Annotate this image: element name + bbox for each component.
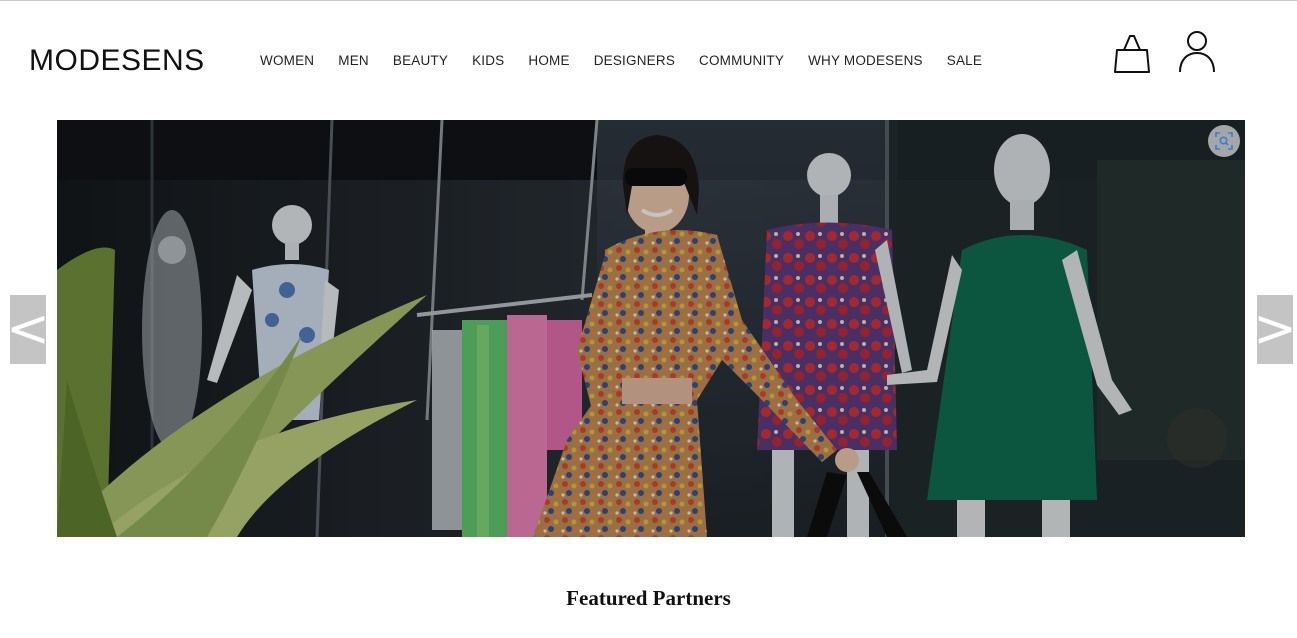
site-header: MODESENS WOMEN MEN BEAUTY KIDS HOME DESI…: [0, 1, 1297, 119]
image-search-button[interactable]: [1208, 125, 1240, 157]
hero-banner-image[interactable]: [57, 120, 1245, 537]
modesens-logo[interactable]: MODESENS: [29, 41, 205, 81]
nav-item-why-modesens[interactable]: WHY MODESENS: [808, 51, 923, 71]
user-account-icon[interactable]: [1177, 30, 1217, 74]
nav-item-women[interactable]: WOMEN: [260, 51, 314, 71]
carousel-next-button[interactable]: >: [1253, 295, 1297, 364]
nav-item-beauty[interactable]: BEAUTY: [393, 51, 448, 71]
carousel-prev-button[interactable]: <: [6, 295, 50, 364]
image-search-icon: [1215, 132, 1233, 150]
featured-partners-heading: Featured Partners: [566, 586, 731, 610]
nav-item-designers[interactable]: DESIGNERS: [594, 51, 675, 71]
nav-item-home[interactable]: HOME: [528, 51, 569, 71]
nav-item-community[interactable]: COMMUNITY: [699, 51, 784, 71]
hero-photo: [57, 120, 1245, 537]
nav-item-sale[interactable]: SALE: [947, 51, 982, 71]
shopping-bag-icon[interactable]: [1113, 32, 1151, 74]
nav-item-men[interactable]: MEN: [338, 51, 369, 71]
main-nav: WOMEN MEN BEAUTY KIDS HOME DESIGNERS COM…: [260, 51, 1006, 71]
nav-item-kids[interactable]: KIDS: [472, 51, 504, 71]
